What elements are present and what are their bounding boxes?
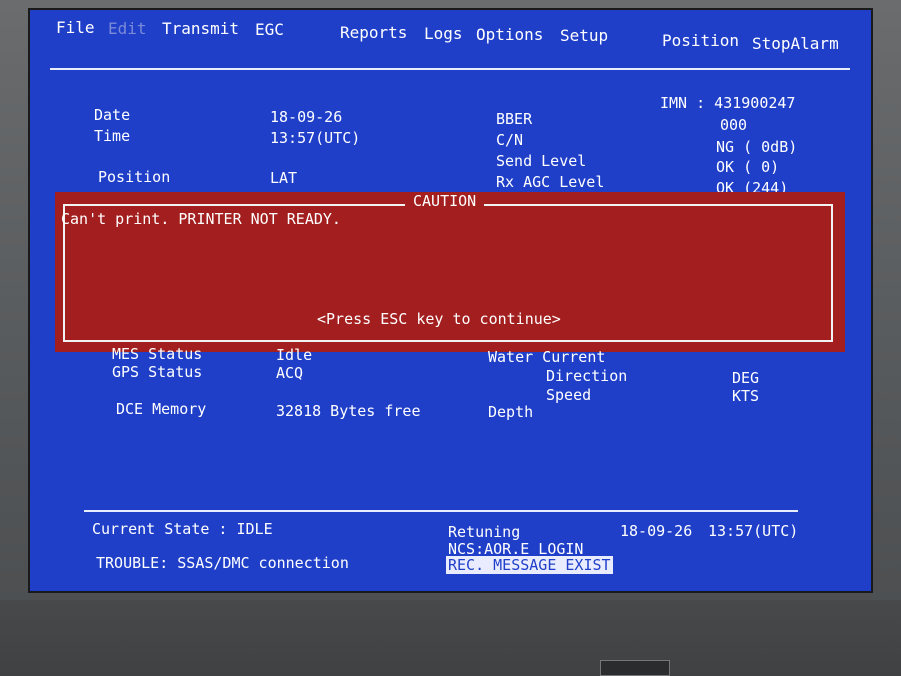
current-state: Current State : IDLE (92, 520, 273, 538)
bber-value: 000 (720, 116, 748, 134)
speed-label: Speed (546, 386, 592, 404)
dce-memory-value: 32818 Bytes free (276, 402, 421, 420)
direction-unit: DEG (732, 369, 760, 387)
cn-value: NG ( 0dB) (716, 138, 798, 156)
menu-reports[interactable]: Reports (340, 23, 407, 42)
menu-divider (50, 68, 850, 70)
caution-message: Can't print. PRINTER NOT READY. (61, 210, 341, 228)
date-label: Date (94, 106, 131, 124)
dce-memory-label: DCE Memory (116, 400, 207, 418)
send-level-value: OK ( 0) (716, 158, 780, 176)
menu-options[interactable]: Options (476, 25, 543, 44)
menu-transmit[interactable]: Transmit (162, 19, 239, 38)
bezel-connector (600, 660, 670, 676)
rx-agc-label: Rx AGC Level (496, 173, 605, 191)
footer-time: 13:57(UTC) (708, 522, 799, 540)
footer-divider (84, 510, 798, 512)
send-level-label: Send Level (496, 152, 587, 170)
caution-title: CAUTION (405, 192, 485, 210)
rec-message-indicator[interactable]: REC. MESSAGE EXIST (446, 556, 613, 574)
position-label: Position (98, 168, 171, 186)
retuning-status: Retuning (448, 523, 521, 541)
speed-unit: KTS (732, 387, 760, 405)
monitor-bezel-bottom (0, 600, 901, 676)
direction-label: Direction (546, 367, 628, 385)
mes-status-label: MES Status (112, 345, 203, 363)
terminal-screen: File Edit Transmit EGC Reports Logs Opti… (28, 8, 873, 593)
imn-value: IMN : 431900247 (660, 94, 796, 112)
menu-logs[interactable]: Logs (424, 24, 463, 43)
menu-stopalarm[interactable]: StopAlarm (752, 34, 839, 53)
footer-date: 18-09-26 (620, 522, 693, 540)
esc-continue-prompt[interactable]: <Press ESC key to continue> (317, 310, 561, 328)
menu-edit[interactable]: Edit (108, 19, 147, 38)
time-label: Time (94, 127, 131, 145)
cn-label: C/N (496, 131, 524, 149)
menu-egc[interactable]: EGC (255, 20, 284, 39)
menu-setup[interactable]: Setup (560, 26, 608, 45)
gps-status-value: ACQ (276, 364, 304, 382)
depth-label: Depth (488, 403, 534, 421)
date-value: 18-09-26 (270, 108, 343, 126)
caution-dialog: CAUTION Can't print. PRINTER NOT READY. … (55, 192, 845, 352)
menu-file[interactable]: File (56, 18, 95, 37)
trouble-message: TROUBLE: SSAS/DMC connection (96, 554, 349, 572)
gps-status-label: GPS Status (112, 363, 203, 381)
time-value: 13:57(UTC) (270, 129, 361, 147)
menu-position[interactable]: Position (662, 31, 739, 50)
position-value: LAT (270, 169, 298, 187)
water-current-label: Water Current (488, 348, 606, 366)
mes-status-value: Idle (276, 346, 313, 364)
bber-label: BBER (496, 110, 533, 128)
